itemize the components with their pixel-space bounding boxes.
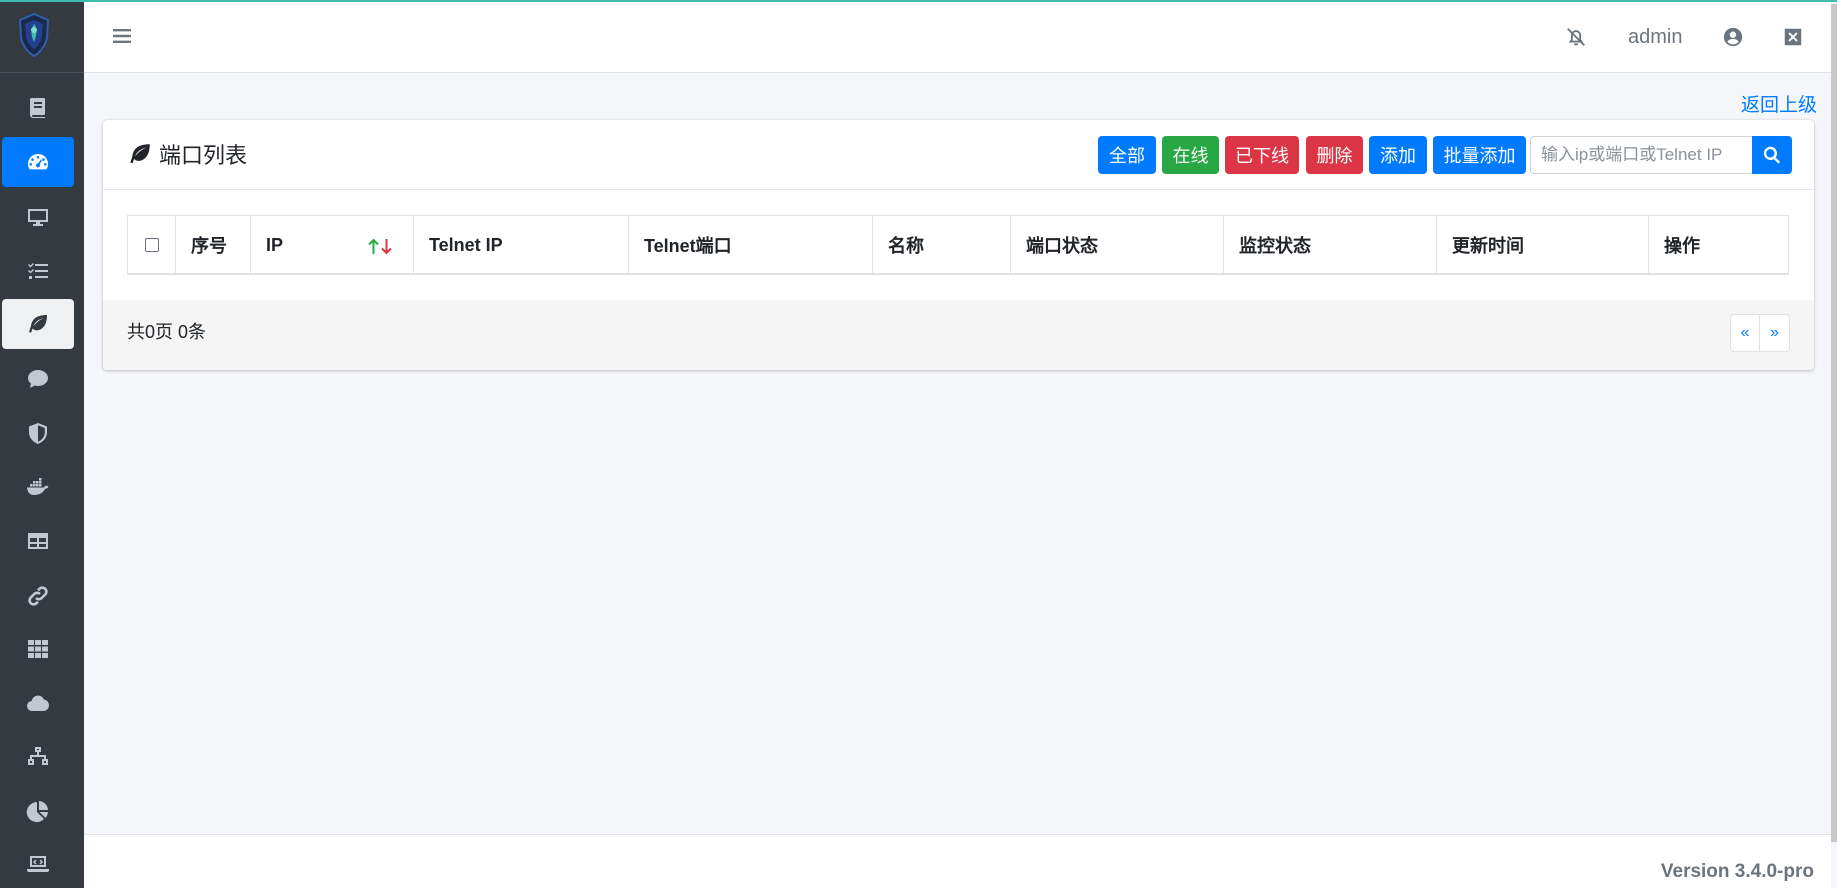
scrollbar-thumb[interactable] [1831,4,1837,842]
column-header-update-time: 更新时间 [1437,216,1649,274]
card-title-text: 端口列表 [159,143,248,168]
filter-all-button[interactable]: 全部 [1098,136,1156,174]
select-all-checkbox[interactable] [144,238,159,252]
top-accent-line [0,0,1837,2]
column-header-telnet-ip: Telnet IP [414,216,629,274]
sidebar-item-grid[interactable] [2,624,74,674]
comment-icon [28,370,48,388]
sidebar-item-desktop[interactable] [2,192,74,242]
leaf-icon [29,315,47,333]
sidebar-item-dashboard[interactable] [2,137,74,187]
back-link[interactable]: 返回上级 [1741,90,1817,117]
tasks-icon [28,263,48,279]
cloud-icon [27,695,50,712]
port-list-card: 端口列表 全部 在线 已下线 删除 添加 批量添加 序号 IP Telnet I… [103,120,1814,370]
sidebar [0,0,84,888]
table-icon [28,533,48,549]
logo-icon [17,12,51,58]
pie-chart-icon [26,801,48,823]
sidebar-item-pie-chart[interactable] [2,786,74,836]
page-footer: Version 3.4.0-pro [84,834,1831,888]
sidebar-item-network[interactable] [2,732,74,782]
close-window-icon[interactable] [1782,26,1804,48]
shield-icon [29,423,47,444]
search-input[interactable] [1530,136,1752,174]
user-circle-icon[interactable] [1722,26,1744,48]
column-header-name: 名称 [873,216,1011,274]
column-header-port-status: 端口状态 [1011,216,1224,274]
grid-icon [28,640,48,658]
header-username[interactable]: admin [1628,26,1682,49]
desktop-icon [28,209,48,226]
sort-icon[interactable] [367,238,393,255]
column-header-monitor-status: 监控状态 [1224,216,1437,274]
column-header-actions: 操作 [1664,236,1700,256]
docker-icon [27,478,49,495]
sidebar-item-table[interactable] [2,516,74,566]
sidebar-item-docker[interactable] [2,462,74,512]
bell-slash-icon[interactable] [1565,26,1587,48]
column-header-telnet-port: Telnet端口 [629,216,873,274]
sidebar-item-comment[interactable] [2,354,74,404]
card-header: 端口列表 全部 在线 已下线 删除 添加 批量添加 [103,120,1814,190]
sidebar-divider [0,72,84,73]
vertical-scrollbar[interactable] [1831,2,1837,842]
search-button[interactable] [1752,136,1792,174]
hamburger-menu-icon[interactable] [112,26,132,46]
delete-button[interactable]: 删除 [1306,136,1363,174]
laptop-code-icon [27,856,49,872]
top-navbar: admin [84,2,1837,73]
link-icon [28,586,48,606]
sidebar-item-link[interactable] [2,571,74,621]
column-header-ip-label: IP [266,234,284,255]
search-icon [1763,146,1781,164]
sidebar-item-laptop-code[interactable] [2,839,74,888]
table-header: 序号 IP Telnet IP Telnet端口 名称 端口状态 监控状态 更新… [127,215,1789,275]
sidebar-item-leaf[interactable] [2,299,74,349]
leaf-icon [130,144,150,164]
add-button[interactable]: 添加 [1369,136,1427,174]
filter-online-button[interactable]: 在线 [1162,136,1219,174]
card-title: 端口列表 [127,138,247,170]
pagination: « » [1730,314,1790,352]
prev-page-button[interactable]: « [1730,314,1760,352]
column-header-ip[interactable]: IP [251,216,414,274]
select-all-cell [128,216,176,274]
book-icon [29,98,45,118]
filter-offline-button[interactable]: 已下线 [1225,136,1299,174]
sidebar-item-shield[interactable] [2,408,74,458]
card-footer: 共0页 0条 « » [103,300,1814,370]
network-icon [28,747,48,765]
batch-add-button[interactable]: 批量添加 [1433,136,1526,174]
pagination-info: 共0页 0条 [127,322,207,342]
version-text: Version 3.4.0-pro [1660,861,1814,882]
sidebar-item-tasks[interactable] [2,246,74,296]
sidebar-item-book[interactable] [2,83,74,133]
next-page-button[interactable]: » [1760,314,1790,352]
dashboard-icon [28,154,48,170]
column-header-index: 序号 [176,216,251,274]
sidebar-item-cloud[interactable] [2,678,74,728]
